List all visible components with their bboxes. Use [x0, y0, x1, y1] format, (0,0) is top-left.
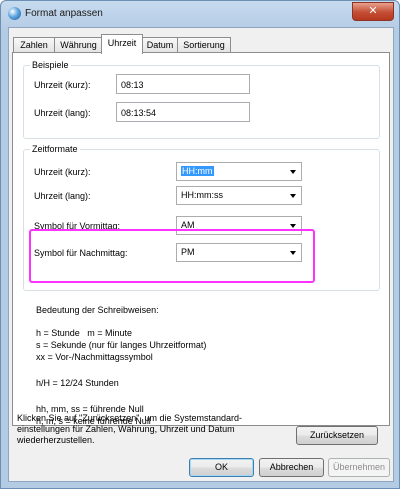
- highlight-box: [29, 229, 315, 283]
- close-button[interactable]: ✕: [352, 2, 394, 21]
- reset-description: Klicken Sie auf "Zurücksetzen", um die S…: [17, 413, 242, 445]
- example-short-label: Uhrzeit (kurz):: [34, 80, 91, 90]
- ok-button[interactable]: OK: [189, 458, 254, 477]
- tab-zahlen[interactable]: Zahlen: [13, 37, 55, 53]
- beispiele-group: Beispiele Uhrzeit (kurz): 08:13 Uhrzeit …: [23, 60, 380, 139]
- title-bar[interactable]: Format anpassen ✕: [1, 1, 399, 27]
- time-long-value: HH:mm:ss: [181, 190, 223, 200]
- tab-panel-uhrzeit: Beispiele Uhrzeit (kurz): 08:13 Uhrzeit …: [12, 52, 390, 426]
- time-long-combo[interactable]: HH:mm:ss: [176, 186, 302, 205]
- tab-uhrzeit[interactable]: Uhrzeit: [101, 34, 143, 54]
- zeitformate-title: Zeitformate: [30, 144, 80, 154]
- time-long-label: Uhrzeit (lang):: [34, 191, 91, 201]
- apply-button[interactable]: Übernehmen: [328, 458, 390, 477]
- notation-heading: Bedeutung der Schreibweisen:: [36, 305, 159, 315]
- window-title: Format anpassen: [25, 8, 103, 19]
- time-short-label: Uhrzeit (kurz):: [34, 167, 91, 177]
- reset-button[interactable]: Zurücksetzen: [296, 426, 378, 445]
- tab-sortierung[interactable]: Sortierung: [177, 37, 231, 53]
- example-long-field: 08:13:54: [116, 102, 250, 122]
- cancel-button[interactable]: Abbrechen: [259, 458, 324, 477]
- example-long-label: Uhrzeit (lang):: [34, 108, 91, 118]
- chevron-down-icon: [290, 170, 296, 174]
- notation-line-3: xx = Vor-/Nachmittagssymbol: [36, 352, 153, 362]
- chevron-down-icon: [290, 224, 296, 228]
- dialog-client: Zahlen Währung Uhrzeit Datum Sortierung …: [8, 27, 394, 482]
- tab-datum[interactable]: Datum: [142, 37, 178, 53]
- notation-line-4: h/H = 12/24 Stunden: [36, 378, 119, 388]
- example-short-field: 08:13: [116, 74, 250, 94]
- notation-line-2: s = Sekunde (nur für langes Uhrzeitforma…: [36, 340, 207, 350]
- dialog-window: Format anpassen ✕ Zahlen Währung Uhrzeit…: [0, 0, 400, 489]
- time-short-combo[interactable]: HH:mm: [176, 162, 302, 181]
- notation-line-1: h = Stunde m = Minute: [36, 328, 133, 338]
- tab-waehrung[interactable]: Währung: [54, 37, 103, 53]
- time-short-value: HH:mm: [181, 166, 214, 176]
- chevron-down-icon: [290, 194, 296, 198]
- beispiele-title: Beispiele: [30, 60, 71, 70]
- globe-icon: [8, 7, 21, 20]
